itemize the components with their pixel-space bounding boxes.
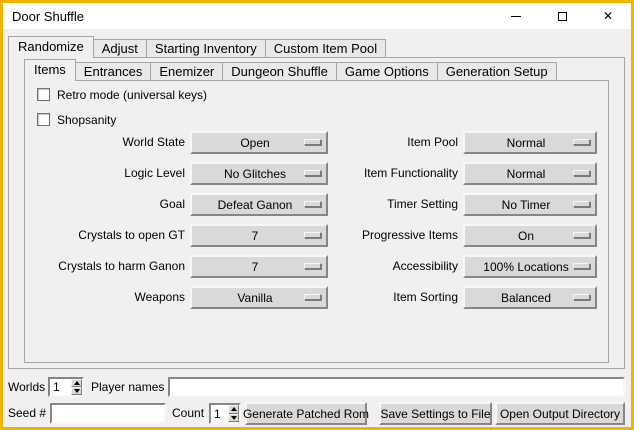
retro-mode-checkbox[interactable] [37,88,50,101]
dropdown-handle-icon [573,139,590,145]
world-state-label: World State [21,131,185,154]
count-spinner-arrows [228,405,239,422]
minimize-button[interactable] [493,3,539,29]
item-functionality-value: Normal [507,167,546,181]
progressive-items-dropdown[interactable]: On [463,224,597,247]
logic-level-value: No Glitches [224,167,286,181]
titlebar[interactable]: Door Shuffle ✕ [3,3,631,29]
spinner-down-icon[interactable] [71,387,82,395]
app-window: Door Shuffle ✕ Randomize Adjust Starting… [0,0,634,430]
progressive-items-label: Progressive Items [298,224,458,247]
player-names-label: Player names [91,377,164,397]
accessibility-value: 100% Locations [483,260,568,274]
weapons-value: Vanilla [237,291,272,305]
accessibility-dropdown[interactable]: 100% Locations [463,255,597,278]
timer-setting-value: No Timer [502,198,551,212]
worlds-value: 1 [50,379,71,395]
item-functionality-label: Item Functionality [298,162,458,185]
window-controls: ✕ [493,3,631,29]
item-pool-label: Item Pool [298,131,458,154]
close-button[interactable]: ✕ [585,3,631,29]
count-spinner[interactable]: 1 [209,403,241,424]
dropdown-handle-icon [573,232,590,238]
goal-value: Defeat Ganon [218,198,293,212]
tab-dungeon-shuffle[interactable]: Dungeon Shuffle [222,62,337,81]
tab-starting-inventory[interactable]: Starting Inventory [146,39,266,58]
settings-tab-bar: Items Entrances Enemizer Dungeon Shuffle… [24,59,557,81]
generate-patched-rom-button[interactable]: Generate Patched Rom [245,402,367,425]
item-pool-value: Normal [507,136,546,150]
tab-game-options[interactable]: Game Options [336,62,438,81]
dropdown-handle-icon [573,170,590,176]
worlds-spinner-arrows [71,379,82,395]
seed-label: Seed # [8,402,46,425]
crystals-gt-label: Crystals to open GT [21,224,185,247]
player-names-input[interactable] [168,377,625,397]
count-value: 1 [211,405,228,422]
tab-enemizer[interactable]: Enemizer [150,62,223,81]
shopsanity-label: Shopsanity [57,113,116,127]
maximize-button[interactable] [539,3,585,29]
tab-adjust[interactable]: Adjust [93,39,147,58]
count-label: Count [172,402,204,425]
spinner-up-icon[interactable] [228,405,239,414]
dropdown-handle-icon [573,263,590,269]
weapons-label: Weapons [21,286,185,309]
tab-randomize[interactable]: Randomize [8,36,94,58]
goal-label: Goal [21,193,185,216]
main-tab-bar: Randomize Adjust Starting Inventory Cust… [8,36,386,58]
item-functionality-dropdown[interactable]: Normal [463,162,597,185]
accessibility-label: Accessibility [298,255,458,278]
worlds-spinner[interactable]: 1 [48,377,84,397]
tab-entrances[interactable]: Entrances [75,62,152,81]
crystals-ganon-label: Crystals to harm Ganon [21,255,185,278]
dropdown-handle-icon [573,294,590,300]
item-sorting-dropdown[interactable]: Balanced [463,286,597,309]
retro-mode-label: Retro mode (universal keys) [57,88,207,102]
shopsanity-checkbox[interactable] [37,113,50,126]
spinner-up-icon[interactable] [71,379,82,387]
minimize-icon [511,16,521,17]
close-icon: ✕ [603,10,613,22]
spinner-down-icon[interactable] [228,414,239,423]
item-sorting-value: Balanced [501,291,551,305]
tab-custom-item-pool[interactable]: Custom Item Pool [265,39,386,58]
logic-level-label: Logic Level [21,162,185,185]
tab-items[interactable]: Items [24,59,76,81]
dropdown-handle-icon [573,201,590,207]
tab-generation-setup[interactable]: Generation Setup [437,62,557,81]
window-content: Randomize Adjust Starting Inventory Cust… [3,29,631,427]
open-output-directory-button[interactable]: Open Output Directory [495,402,625,425]
crystals-ganon-value: 7 [252,260,259,274]
timer-setting-dropdown[interactable]: No Timer [463,193,597,216]
progressive-items-value: On [518,229,534,243]
seed-input[interactable] [50,403,166,424]
item-pool-dropdown[interactable]: Normal [463,131,597,154]
worlds-label: Worlds [8,377,45,397]
crystals-gt-value: 7 [252,229,259,243]
timer-setting-label: Timer Setting [298,193,458,216]
maximize-icon [558,12,567,21]
retro-mode-row[interactable]: Retro mode (universal keys) [37,86,207,103]
window-title: Door Shuffle [3,9,84,24]
world-state-value: Open [240,136,269,150]
shopsanity-row[interactable]: Shopsanity [37,111,116,128]
save-settings-button[interactable]: Save Settings to File [379,402,492,425]
item-sorting-label: Item Sorting [298,286,458,309]
